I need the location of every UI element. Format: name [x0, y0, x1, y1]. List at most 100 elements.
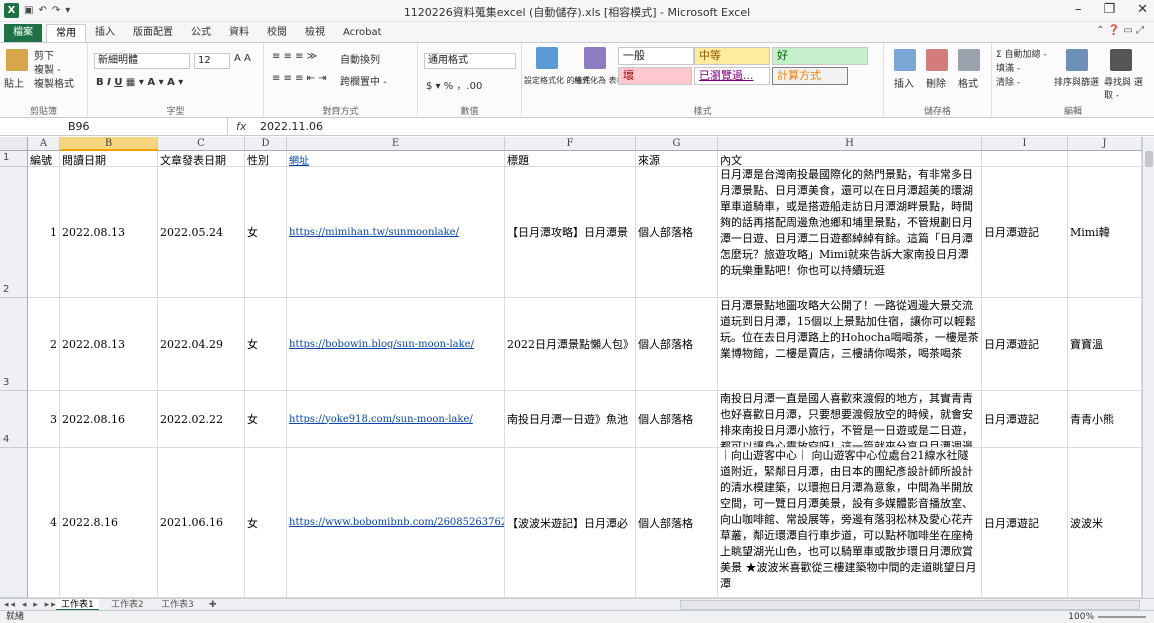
- copy-button[interactable]: 複製 -: [34, 61, 61, 76]
- cell-col-b[interactable]: 2022.08.13: [60, 167, 158, 298]
- formula-input[interactable]: 2022.11.06: [260, 118, 323, 135]
- spreadsheet-grid[interactable]: A B C D E F G H I J 1 編號 閱讀日期 文章發表日期 性別 網址 標題 來源 內文 2 1 2022.…: [0, 137, 1154, 598]
- cell-col-c[interactable]: 2021.06.16: [158, 448, 245, 598]
- cell-col-h[interactable]: 日月潭是台灣南投最國際化的熱門景點，有非常多日月潭景點、日月潭美食，還可以在日月…: [718, 167, 982, 298]
- bold-icon[interactable]: B I U ▦ ▾ A ▾ A ▾: [96, 77, 183, 88]
- header-cell-col-d[interactable]: 性別: [245, 151, 287, 167]
- cell-col-e[interactable]: https://mimihan.tw/sunmoonlake/: [287, 167, 505, 298]
- cell-col-b[interactable]: 2022.08.16: [60, 391, 158, 448]
- format-cells-icon[interactable]: [958, 49, 980, 71]
- cell-col-e[interactable]: https://bobowin.blog/sun-moon-lake/: [287, 298, 505, 391]
- header-cell-col-e[interactable]: 網址: [287, 151, 505, 167]
- insert-cells-icon[interactable]: [894, 49, 916, 71]
- style-normal[interactable]: 一般: [618, 47, 694, 65]
- column-header-e[interactable]: E: [287, 137, 505, 151]
- cell-col-d[interactable]: 女: [245, 391, 287, 448]
- conditional-format-icon[interactable]: [536, 47, 558, 69]
- cell-col-h[interactable]: 南投日月潭一直是國人喜歡來渡假的地方，其實青青也好喜歡日月潭，只要想要渡假放空的…: [718, 391, 982, 448]
- cell-col-e[interactable]: https://yoke918.com/sun-moon-lake/: [287, 391, 505, 448]
- tab-review[interactable]: 校閱: [258, 24, 296, 42]
- header-cell-col-j[interactable]: [1068, 151, 1142, 167]
- column-header-b[interactable]: B: [60, 137, 158, 151]
- format-table-icon[interactable]: [584, 47, 606, 69]
- header-cell-col-c[interactable]: 文章發表日期: [158, 151, 245, 167]
- cell-col-a[interactable]: 1: [28, 167, 60, 298]
- help-icon[interactable]: ⌃ ❓ ▭ ⤢: [1096, 25, 1144, 36]
- cell-col-g[interactable]: 個人部落格: [636, 391, 718, 448]
- column-header-f[interactable]: F: [505, 137, 636, 151]
- column-header-i[interactable]: I: [982, 137, 1068, 151]
- clear-button[interactable]: 清除 -: [996, 75, 1020, 88]
- minimize-button[interactable]: –: [1075, 2, 1082, 17]
- vertical-scroll-thumb[interactable]: [1145, 151, 1153, 167]
- row-header[interactable]: 2: [0, 167, 28, 298]
- tab-formulas[interactable]: 公式: [182, 24, 220, 42]
- column-header-j[interactable]: J: [1068, 137, 1142, 151]
- delete-cells-button[interactable]: 刪除: [926, 75, 946, 90]
- align-icons[interactable]: ≡ ≡ ≡ ≫: [272, 51, 317, 62]
- tab-view[interactable]: 檢視: [296, 24, 334, 42]
- header-cell-col-f[interactable]: 標題: [505, 151, 636, 167]
- cell-col-g[interactable]: 個人部落格: [636, 167, 718, 298]
- paste-button[interactable]: 貼上: [4, 75, 24, 90]
- cell-col-f[interactable]: 2022日月潭景點懶人包》: [505, 298, 636, 391]
- cell-col-h[interactable]: ｜向山遊客中心｜ 向山遊客中心位處台21線水社隧道附近，緊鄰日月潭，由日本的團紀…: [718, 448, 982, 598]
- cell-col-j[interactable]: 寶寶溫: [1068, 298, 1142, 391]
- vertical-scrollbar[interactable]: [1142, 137, 1154, 598]
- grow-font-icon[interactable]: A A: [234, 53, 251, 64]
- style-calculation[interactable]: 計算方式: [772, 67, 848, 85]
- column-header-a[interactable]: A: [28, 137, 60, 151]
- cell-col-a[interactable]: 3: [28, 391, 60, 448]
- delete-cells-icon[interactable]: [926, 49, 948, 71]
- style-followed-link[interactable]: 已瀏覽過...: [694, 67, 770, 85]
- header-cell-col-i[interactable]: [982, 151, 1068, 167]
- header-cell-col-b[interactable]: 閱讀日期: [60, 151, 158, 167]
- select-all-corner[interactable]: [0, 137, 28, 151]
- horizontal-scrollbar[interactable]: [680, 600, 1140, 610]
- zoom-level[interactable]: 100%: [1068, 611, 1094, 623]
- autosum-button[interactable]: Σ 自動加總 -: [996, 47, 1047, 60]
- currency-icons[interactable]: $ ▾ % ，.00: [426, 77, 482, 92]
- cell-col-j[interactable]: 波波米: [1068, 448, 1142, 598]
- fx-icon[interactable]: fx: [236, 118, 246, 135]
- column-header-h[interactable]: H: [718, 137, 982, 151]
- fill-button[interactable]: 填滿 -: [996, 61, 1020, 74]
- cell-col-d[interactable]: 女: [245, 298, 287, 391]
- cell-col-i[interactable]: 日月潭遊記: [982, 167, 1068, 298]
- tab-home[interactable]: 常用: [46, 24, 86, 42]
- row-header[interactable]: 4: [0, 391, 28, 448]
- cell-col-i[interactable]: 日月潭遊記: [982, 298, 1068, 391]
- insert-cells-button[interactable]: 插入: [894, 75, 914, 90]
- font-size-select[interactable]: 12: [194, 53, 230, 69]
- cell-col-i[interactable]: 日月潭遊記: [982, 448, 1068, 598]
- tab-file[interactable]: 檔案: [4, 24, 42, 42]
- cell-col-c[interactable]: 2022.04.29: [158, 298, 245, 391]
- find-select-button[interactable]: 尋找與 選取 -: [1104, 75, 1144, 101]
- tab-acrobat[interactable]: Acrobat: [334, 24, 391, 42]
- row-header[interactable]: [0, 448, 28, 598]
- cell-col-b[interactable]: 2022.08.13: [60, 298, 158, 391]
- cell-col-g[interactable]: 個人部落格: [636, 298, 718, 391]
- column-header-c[interactable]: C: [158, 137, 245, 151]
- name-box[interactable]: B96: [0, 118, 228, 135]
- cell-col-c[interactable]: 2022.02.22: [158, 391, 245, 448]
- tab-insert[interactable]: 插入: [86, 24, 124, 42]
- cell-col-g[interactable]: 個人部落格: [636, 448, 718, 598]
- wrap-text-button[interactable]: 自動換列: [340, 51, 380, 66]
- cell-col-f[interactable]: 南投日月潭一日遊》魚池: [505, 391, 636, 448]
- cut-button[interactable]: 剪下: [34, 47, 54, 62]
- style-good[interactable]: 好: [772, 47, 868, 65]
- indent-icons[interactable]: ≡ ≡ ≡ ⇤ ⇥: [272, 73, 327, 84]
- cell-col-c[interactable]: 2022.05.24: [158, 167, 245, 298]
- style-bad[interactable]: 壞: [618, 67, 692, 85]
- cell-col-j[interactable]: Mimi韓: [1068, 167, 1142, 298]
- row-header[interactable]: 3: [0, 298, 28, 391]
- cell-col-i[interactable]: 日月潭遊記: [982, 391, 1068, 448]
- row-header[interactable]: 1: [0, 151, 28, 167]
- cell-col-d[interactable]: 女: [245, 167, 287, 298]
- maximize-button[interactable]: ❐: [1103, 2, 1115, 17]
- header-cell-col-g[interactable]: 來源: [636, 151, 718, 167]
- style-neutral[interactable]: 中等: [694, 47, 770, 65]
- header-cell-col-h[interactable]: 內文: [718, 151, 982, 167]
- paste-icon[interactable]: [6, 49, 28, 71]
